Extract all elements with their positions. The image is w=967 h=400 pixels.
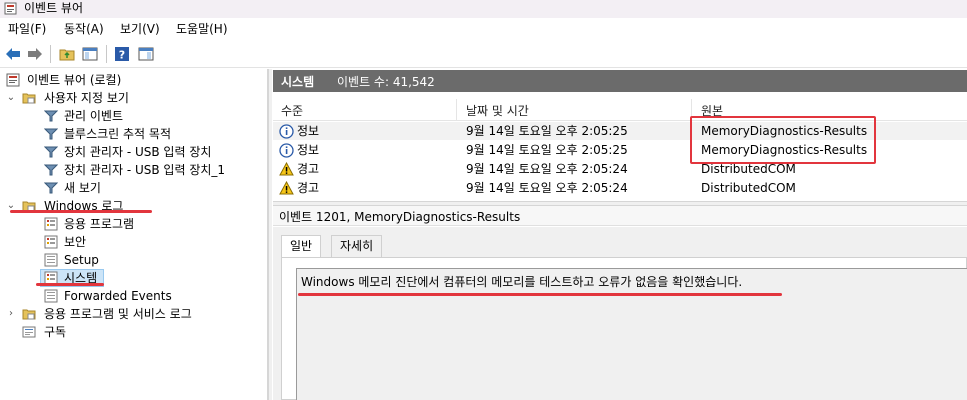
tree-item-label: Setup — [64, 253, 99, 267]
tree-item-label: Forwarded Events — [64, 289, 172, 303]
tree-item-label: 장치 관리자 - USB 입력 장치 — [64, 145, 212, 159]
show-hide-tree-icon[interactable] — [80, 44, 100, 64]
tree-item-label: 사용자 지정 보기 — [44, 91, 129, 105]
tree-item-security[interactable]: 보안 — [0, 233, 268, 251]
event-level: 정보 — [297, 143, 320, 157]
filter-icon — [44, 110, 58, 122]
column-header-level[interactable]: 수준 — [281, 102, 303, 119]
annotation-box-source — [690, 116, 876, 164]
menu-help[interactable]: 도움말(H) — [176, 21, 228, 37]
tree-item-label: 관리 이벤트 — [64, 109, 124, 123]
log-name: 시스템 — [281, 75, 315, 89]
detail-title: 이벤트 1201, MemoryDiagnostics-Results — [279, 210, 521, 224]
tree-item-device-usb[interactable]: 장치 관리자 - USB 입력 장치 — [0, 143, 268, 161]
tree-item-label: 블루스크린 추적 목적 — [64, 127, 171, 141]
tab-details[interactable]: 자세히 — [331, 235, 383, 257]
tree-item-forwarded-events[interactable]: Forwarded Events — [0, 287, 268, 305]
tree-item-label: 구독 — [44, 325, 67, 339]
show-hide-action-pane-icon[interactable] — [136, 44, 156, 64]
filter-icon — [44, 146, 58, 158]
log-icon — [44, 217, 58, 231]
tree-item-subscriptions[interactable]: 구독 — [0, 323, 268, 341]
tree-root[interactable]: 이벤트 뷰어 (로컬) — [0, 71, 268, 89]
tree-item-label: 새 보기 — [64, 181, 101, 195]
event-datetime: 9월 14일 토요일 오후 2:05:24 — [466, 162, 628, 176]
chevron-right-icon[interactable]: › — [6, 305, 16, 323]
tree-item-label: 장치 관리자 - USB 입력 장치_1 — [64, 163, 226, 177]
tree-root-label: 이벤트 뷰어 (로컬) — [27, 73, 122, 87]
event-datetime: 9월 14일 토요일 오후 2:05:25 — [466, 124, 628, 138]
annotation-underline-windows-logs — [10, 210, 152, 213]
menu-bar: 파일(F) 동작(A) 보기(V) 도움말(H) — [0, 18, 967, 40]
event-datetime: 9월 14일 토요일 오후 2:05:25 — [466, 143, 628, 157]
info-icon — [279, 124, 294, 139]
tab-general[interactable]: 일반 — [281, 235, 322, 257]
svg-text:?: ? — [119, 49, 125, 62]
event-message: Windows 메모리 진단에서 컴퓨터의 메모리를 테스트하고 오류가 없음을… — [301, 275, 743, 289]
column-header-datetime[interactable]: 날짜 및 시간 — [466, 102, 529, 119]
tree-item-application[interactable]: 응용 프로그램 — [0, 215, 268, 233]
title-bar: 이벤트 뷰어 — [0, 0, 967, 18]
pane-splitter[interactable] — [268, 69, 272, 400]
log-icon — [44, 289, 58, 303]
forward-arrow-icon[interactable] — [25, 44, 45, 64]
tree-item-label: 보안 — [64, 235, 87, 249]
tree-item-bluescreen[interactable]: 블루스크린 추적 목적 — [0, 125, 268, 143]
tree-item-new-view[interactable]: 새 보기 — [0, 179, 268, 197]
annotation-underline-message — [298, 293, 782, 296]
event-level: 경고 — [297, 181, 320, 195]
detail-tab-area: 일반 자세히 Windows 메모리 진단에서 컴퓨터의 메모리를 테스트하고 … — [273, 227, 967, 400]
event-source: DistributedCOM — [701, 181, 796, 195]
log-header-bar: 시스템 이벤트 수: 41,542 — [273, 70, 967, 92]
toolbar: ? — [0, 40, 967, 68]
tree-item-label: 응용 프로그램 및 서비스 로그 — [44, 307, 192, 321]
filter-icon — [44, 128, 58, 140]
menu-action[interactable]: 동작(A) — [64, 21, 104, 37]
event-level: 경고 — [297, 162, 320, 176]
subscriptions-icon — [22, 326, 36, 338]
event-level: 정보 — [297, 124, 320, 138]
chevron-down-icon[interactable]: ⌄ — [6, 89, 16, 107]
help-icon[interactable]: ? — [112, 44, 132, 64]
back-arrow-icon[interactable] — [3, 44, 23, 64]
event-datetime: 9월 14일 토요일 오후 2:05:24 — [466, 181, 628, 195]
event-count: 이벤트 수: 41,542 — [337, 75, 435, 89]
navigation-tree: 이벤트 뷰어 (로컬) ⌄ 사용자 지정 보기 관리 이벤트 블루스크린 추적 … — [0, 69, 268, 400]
menu-view[interactable]: 보기(V) — [120, 21, 160, 37]
folder-icon — [22, 93, 36, 104]
warning-icon — [279, 162, 294, 176]
filter-icon — [44, 164, 58, 176]
detail-header: 이벤트 1201, MemoryDiagnostics-Results — [273, 206, 967, 226]
info-icon — [279, 143, 294, 158]
tree-item-admin-events[interactable]: 관리 이벤트 — [0, 107, 268, 125]
tab-panel-general: Windows 메모리 진단에서 컴퓨터의 메모리를 테스트하고 오류가 없음을… — [281, 257, 967, 400]
event-viewer-icon — [4, 2, 17, 15]
event-detail-pane: 이벤트 1201, MemoryDiagnostics-Results 일반 자… — [273, 206, 967, 400]
warning-icon — [279, 181, 294, 195]
window-title: 이벤트 뷰어 — [24, 1, 84, 15]
table-row[interactable]: 경고 9월 14일 토요일 오후 2:05:24 DistributedCOM — [273, 179, 967, 197]
log-icon — [44, 253, 58, 267]
event-viewer-icon — [6, 73, 20, 87]
menu-file[interactable]: 파일(F) — [8, 21, 46, 37]
tree-item-setup[interactable]: Setup — [0, 251, 268, 269]
tree-item-apps-services[interactable]: › 응용 프로그램 및 서비스 로그 — [0, 305, 268, 323]
tree-item-label: 응용 프로그램 — [64, 217, 135, 231]
folder-icon — [22, 309, 36, 320]
annotation-underline-system — [36, 283, 104, 286]
tree-item-custom-views[interactable]: ⌄ 사용자 지정 보기 — [0, 89, 268, 107]
filter-icon — [44, 182, 58, 194]
tree-item-device-usb-1[interactable]: 장치 관리자 - USB 입력 장치_1 — [0, 161, 268, 179]
folder-up-icon[interactable] — [57, 44, 77, 64]
event-message-box[interactable]: Windows 메모리 진단에서 컴퓨터의 메모리를 테스트하고 오류가 없음을… — [296, 268, 967, 400]
log-icon — [44, 235, 58, 249]
